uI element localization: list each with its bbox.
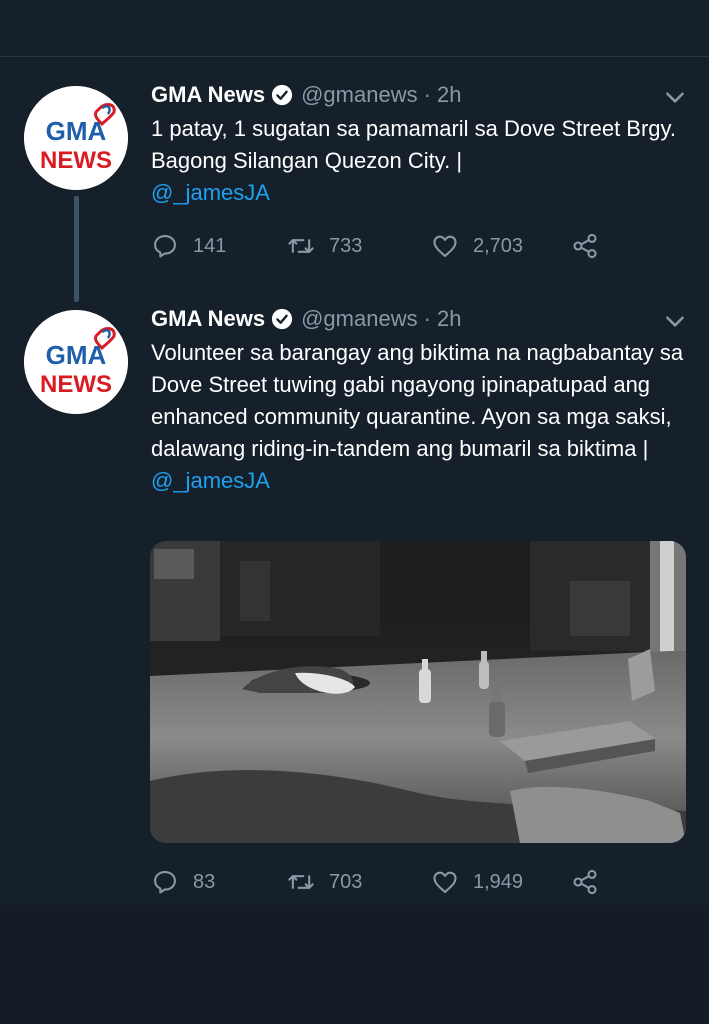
chevron-down-icon[interactable] (662, 308, 688, 334)
thread-connector (74, 196, 79, 302)
share-icon (573, 233, 597, 259)
tweet-body: Volunteer sa barangay ang biktima na nag… (151, 340, 684, 461)
reply-count: 141 (193, 234, 227, 257)
author-name[interactable]: GMA News (151, 306, 265, 332)
avatar-line2: NEWS (40, 147, 112, 174)
retweet-button[interactable]: 703 (287, 866, 362, 898)
like-count: 2,703 (473, 234, 524, 257)
avatar-line2: NEWS (40, 371, 112, 398)
mention-link[interactable]: @_jamesJA (151, 177, 691, 209)
gma-logo-icon: GMA NEWS (24, 86, 128, 190)
tweet-text: 1 patay, 1 sugatan sa pamamaril sa Dove … (151, 113, 691, 209)
author-name[interactable]: GMA News (151, 82, 265, 108)
bottom-area (0, 905, 709, 1024)
verified-badge-icon (272, 84, 293, 106)
top-divider (0, 56, 709, 57)
reply-button[interactable]: 141 (151, 230, 226, 262)
reply-count: 83 (193, 870, 216, 893)
share-icon (573, 869, 597, 895)
tweet-body: 1 patay, 1 sugatan sa pamamaril sa Dove … (151, 116, 677, 173)
retweet-button[interactable]: 733 (287, 230, 362, 262)
tweet-time: · 2h (423, 306, 462, 331)
street-scene-image (150, 541, 686, 843)
retweet-count: 703 (329, 870, 363, 893)
author-handle[interactable]: @gmanews (301, 306, 418, 332)
avatar[interactable]: GMA NEWS (24, 86, 128, 190)
tweet-actions: 141 733 2,703 (151, 230, 621, 262)
author-handle[interactable]: @gmanews (301, 82, 418, 108)
like-button[interactable]: 2,703 (431, 230, 523, 262)
tweet-actions: 83 703 1,949 (151, 866, 621, 898)
tweet-header: GMA News @gmanews · 2h (151, 303, 462, 335)
reply-button[interactable]: 83 (151, 866, 215, 898)
tweet-time: · 2h (423, 82, 462, 107)
reply-icon (154, 235, 176, 258)
reply-icon (154, 871, 176, 894)
retweet-icon (288, 239, 314, 253)
chevron-down-icon[interactable] (662, 84, 688, 110)
like-button[interactable]: 1,949 (431, 866, 523, 898)
verified-badge-icon (272, 308, 293, 330)
tweet-text: Volunteer sa barangay ang biktima na nag… (151, 337, 691, 497)
heart-icon (433, 871, 457, 893)
mention-link[interactable]: @_jamesJA (151, 468, 270, 493)
avatar[interactable]: GMA NEWS (24, 310, 128, 414)
like-count: 1,949 (473, 870, 524, 893)
share-button[interactable] (571, 230, 599, 262)
retweet-count: 733 (329, 234, 363, 257)
avatar-line1: GMA (46, 340, 107, 370)
gma-logo-icon: GMA NEWS (24, 310, 128, 414)
retweet-icon (288, 875, 314, 889)
avatar-line1: GMA (46, 116, 107, 146)
tweet-photo[interactable] (150, 541, 686, 843)
heart-icon (433, 235, 457, 257)
share-button[interactable] (571, 866, 599, 898)
tweet-header: GMA News @gmanews · 2h (151, 79, 462, 111)
